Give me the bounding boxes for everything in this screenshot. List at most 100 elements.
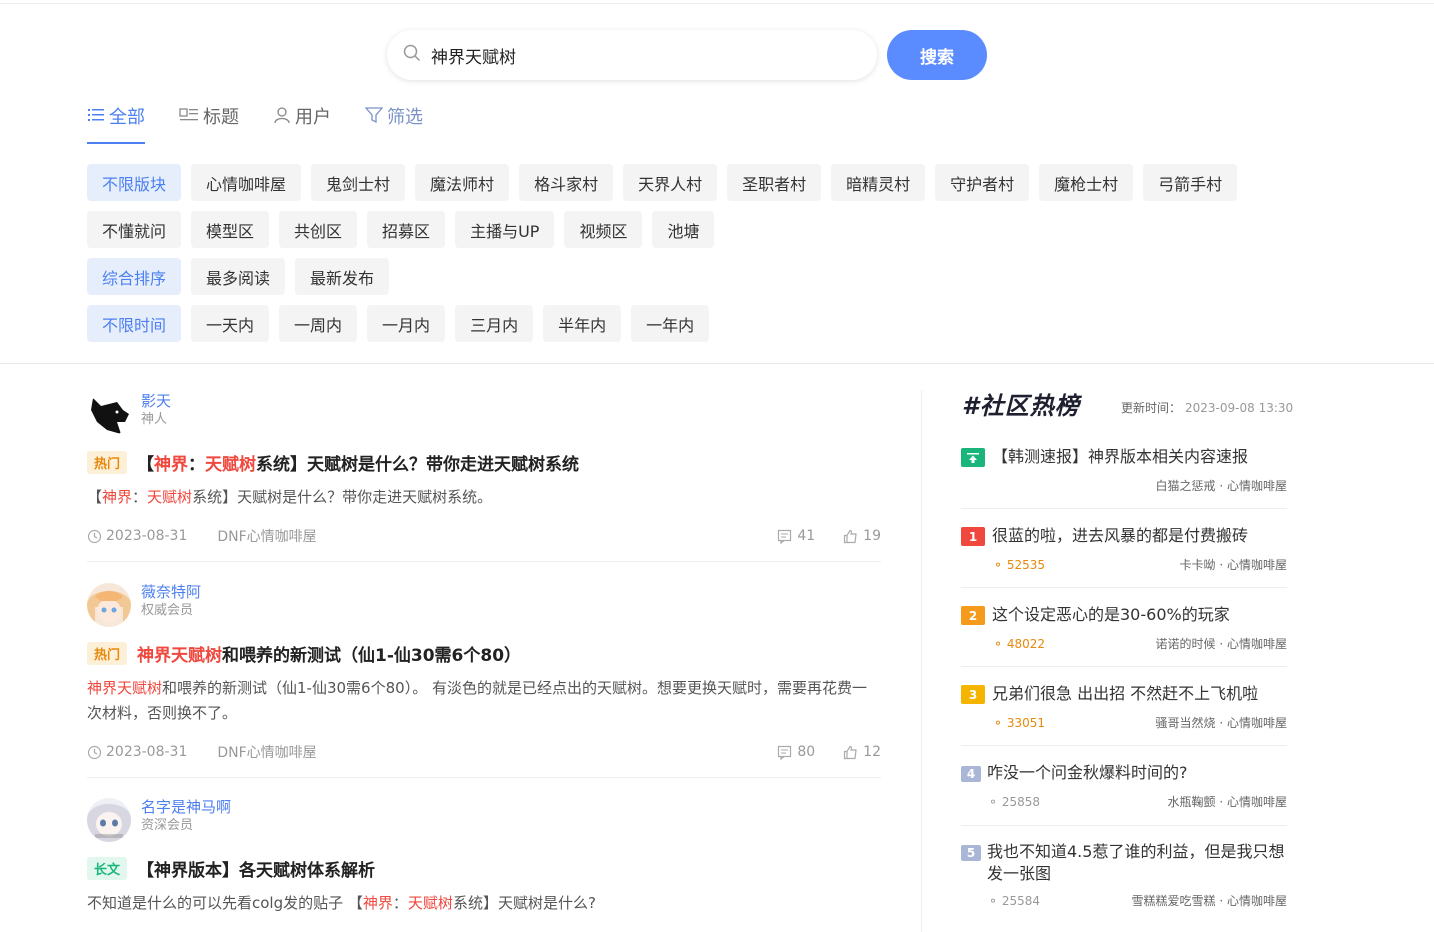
keyword-highlight: 神界天赋树 (87, 679, 163, 697)
forum-chip[interactable]: 心情咖啡屋 (191, 164, 302, 201)
time-chip[interactable]: 一周内 (279, 305, 358, 342)
forum-chip[interactable]: 弓箭手村 (1143, 164, 1238, 201)
hot-item-source: 水瓶鞠颤 · 心情咖啡屋 (1167, 795, 1287, 809)
post-forum[interactable]: DNF心情咖啡屋 (217, 742, 316, 762)
forum-chip[interactable]: 魔法师村 (415, 164, 510, 201)
search-input[interactable] (431, 45, 851, 65)
hot-badge: 热门 (87, 451, 128, 474)
list-icon (87, 106, 105, 124)
time-chip[interactable]: 三月内 (455, 305, 534, 342)
title-icon (179, 106, 199, 124)
time-chip[interactable]: 一年内 (631, 305, 710, 342)
hot-count-text: 25584 (1001, 893, 1041, 908)
forum-chip[interactable]: 池塘 (652, 211, 715, 248)
hot-count: ⚬ 33051 (961, 714, 1045, 731)
forum-chip[interactable]: 魔枪士村 (1039, 164, 1134, 201)
post-forum[interactable]: DNF心情咖啡屋 (217, 526, 316, 546)
forum-chip[interactable]: 守护者村 (935, 164, 1030, 201)
avatar[interactable] (87, 798, 131, 842)
author-name[interactable]: 薇奈特阿 (141, 583, 201, 601)
sort-chip[interactable]: 最新发布 (295, 258, 390, 295)
date-text: 2023-08-31 (106, 528, 188, 544)
fire-icon: ⚬ (993, 636, 1004, 651)
post-title[interactable]: 热门 神界天赋树 和喂养的新测试（仙1-仙30需6个80） (87, 641, 881, 666)
post-item[interactable]: 名字是神马啊 资深会员 长文 【神界版本】各天赋树体系解析 不知道是什么的可以先… (87, 798, 881, 916)
summary-text: ： (392, 894, 408, 912)
forum-chip[interactable]: 主播与UP (455, 211, 555, 248)
clock-icon (87, 529, 102, 543)
time-chip[interactable]: 一月内 (367, 305, 446, 342)
hot-count: ⚬ 52535 (961, 556, 1045, 573)
hot-item-source: 卡卡呦 · 心情咖啡屋 (1179, 558, 1287, 572)
hot-item-title: 我也不知道4.5惹了谁的利益，但是我只想发一张图 (987, 842, 1285, 883)
update-time: 2023-09-08 13:30 (1185, 401, 1294, 415)
author-name[interactable]: 影天 (141, 392, 171, 410)
search-button[interactable]: 搜索 (887, 30, 987, 80)
keyword-highlight: 神界 (154, 455, 189, 475)
hot-list-item[interactable]: 3 兄弟们很急 出出招 不然赶不上飞机啦 ⚬ 33051 骚哥当然烧 · 心情咖… (961, 683, 1287, 731)
forum-chip[interactable]: 格斗家村 (519, 164, 614, 201)
forum-chip[interactable]: 天界人村 (623, 164, 718, 201)
summary-text: 不知道是什么的可以先看colg发的贴子 【 (87, 894, 363, 912)
forum-chip[interactable]: 视频区 (564, 211, 643, 248)
time-chip[interactable]: 不限时间 (87, 305, 182, 342)
tab-title-label: 标题 (203, 107, 239, 128)
hot-list-item[interactable]: 5 我也不知道4.5惹了谁的利益，但是我只想发一张图 ⚬ 25584 雪糕糕爱吃… (961, 841, 1287, 909)
forum-chip[interactable]: 圣职者村 (727, 164, 822, 201)
tab-title[interactable]: 标题 (179, 103, 239, 143)
forum-chip[interactable]: 共创区 (279, 211, 358, 248)
hot-list-item[interactable]: 4 咋没一个问金秋爆料时间的? ⚬ 25858 水瓶鞠颤 · 心情咖啡屋 (961, 762, 1287, 810)
summary-text: 系统】天赋树是什么? (452, 894, 596, 912)
time-chip[interactable]: 一天内 (191, 305, 270, 342)
hot-list-item[interactable]: 1 很蓝的啦，进去风暴的都是付费搬砖 ⚬ 52535 卡卡呦 · 心情咖啡屋 (961, 525, 1287, 573)
forum-chip[interactable]: 模型区 (191, 211, 270, 248)
date-text: 2023-08-31 (106, 744, 188, 760)
forum-chip[interactable]: 暗精灵村 (831, 164, 926, 201)
tab-filter[interactable]: 筛选 (365, 103, 423, 143)
search-type-tabs: 全部 标题 用户 筛选 (87, 103, 457, 144)
fire-icon: ⚬ (993, 715, 1004, 730)
rank-badge: 4 (961, 766, 981, 782)
forum-filter-row-2: 不懂就问 模型区 共创区 招募区 主播与UP 视频区 池塘 (87, 211, 724, 248)
like-count[interactable]: 12 (843, 744, 881, 760)
author-name[interactable]: 名字是神马啊 (141, 798, 231, 816)
time-chip[interactable]: 半年内 (543, 305, 622, 342)
tab-all[interactable]: 全部 (87, 103, 145, 144)
post-item[interactable]: 薇奈特阿 权威会员 热门 神界天赋树 和喂养的新测试（仙1-仙30需6个80） 神… (87, 583, 881, 762)
post-title[interactable]: 热门 【神界：天赋树 系统】天赋树是什么？带你走进天赋树系统 (87, 450, 881, 475)
sort-chip[interactable]: 最多阅读 (191, 258, 286, 295)
tab-filter-label: 筛选 (387, 107, 423, 128)
search-box[interactable] (387, 30, 877, 80)
like-count[interactable]: 19 (843, 528, 881, 544)
post-author: 名字是神马啊 资深会员 (87, 798, 881, 842)
user-icon (273, 106, 291, 124)
post-title-text: ： (188, 455, 206, 475)
hot-list-item[interactable]: 2 这个设定恶心的是30-60%的玩家 ⚬ 48022 诺诺的时候 · 心情咖啡… (961, 604, 1287, 652)
section-divider (0, 363, 1434, 364)
avatar[interactable] (87, 392, 131, 436)
hot-count: ⚬ 25584 (961, 892, 1040, 909)
update-label: 更新时间： (1121, 401, 1182, 415)
post-title[interactable]: 长文 【神界版本】各天赋树体系解析 (87, 856, 881, 881)
post-item[interactable]: 影天 神人 热门 【神界：天赋树 系统】天赋树是什么？带你走进天赋树系统 【神界：… (87, 392, 881, 546)
hot-separator (961, 666, 1287, 667)
comment-count[interactable]: 41 (777, 528, 815, 544)
post-author: 影天 神人 (87, 392, 881, 436)
column-divider (921, 390, 922, 932)
forum-chip[interactable]: 鬼剑士村 (311, 164, 406, 201)
avatar[interactable] (87, 583, 131, 627)
fire-icon: ⚬ (988, 794, 999, 809)
hot-separator (961, 508, 1287, 509)
hot-item-title: 兄弟们很急 出出招 不然赶不上飞机啦 (992, 684, 1259, 703)
hot-item-title: 【韩测速报】神界版本相关内容速报 (992, 447, 1249, 466)
hot-item-source: 诺诺的时候 · 心情咖啡屋 (1155, 637, 1287, 651)
forum-chip[interactable]: 不懂就问 (87, 211, 182, 248)
forum-chip[interactable]: 招募区 (367, 211, 446, 248)
tab-user[interactable]: 用户 (273, 103, 331, 143)
hot-list-item[interactable]: 【韩测速报】神界版本相关内容速报 白猫之惩戒 · 心情咖啡屋 (961, 446, 1287, 494)
hot-item-source: 雪糕糕爱吃雪糕 · 心情咖啡屋 (1131, 894, 1287, 908)
comment-count[interactable]: 80 (777, 744, 815, 760)
sort-chip[interactable]: 综合排序 (87, 258, 182, 295)
post-meta: 2023-08-31 DNF心情咖啡屋 80 12 (87, 742, 881, 762)
forum-chip[interactable]: 不限版块 (87, 164, 182, 201)
